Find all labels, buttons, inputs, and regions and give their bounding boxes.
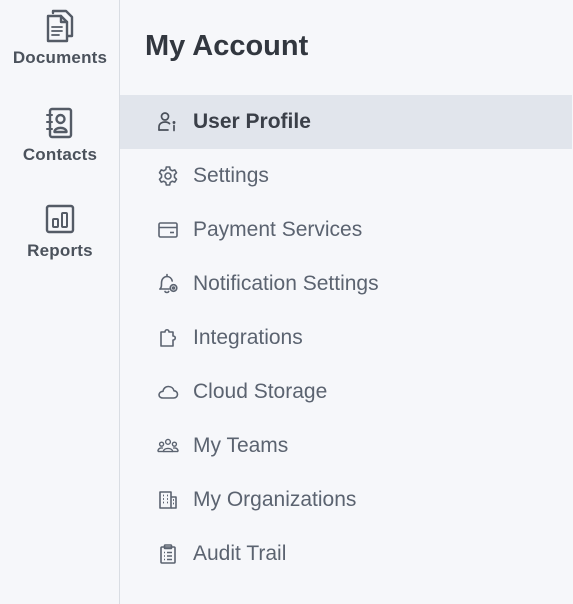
bell-gear-icon (157, 273, 179, 295)
clipboard-icon (157, 543, 179, 565)
user-profile-icon (157, 111, 179, 133)
menu-label-notification-settings: Notification Settings (193, 272, 379, 295)
account-menu: User Profile Settings Payment Services N… (120, 95, 572, 581)
menu-item-cloud-storage[interactable]: Cloud Storage (120, 365, 572, 419)
puzzle-icon (157, 327, 179, 349)
rail-item-documents[interactable]: Documents (0, 8, 120, 68)
page-title: My Account (145, 30, 309, 62)
building-icon (157, 489, 179, 511)
rail-label-contacts: Contacts (22, 145, 98, 164)
menu-label-my-organizations: My Organizations (193, 488, 357, 511)
rail-item-reports[interactable]: Reports (0, 201, 120, 261)
menu-item-payment-services[interactable]: Payment Services (120, 203, 572, 257)
menu-item-my-teams[interactable]: My Teams (120, 419, 572, 473)
rail-label-reports: Reports (27, 241, 93, 260)
menu-item-settings[interactable]: Settings (120, 149, 572, 203)
rail-item-contacts[interactable]: Contacts (0, 105, 120, 165)
rail-label-documents: Documents (12, 48, 108, 67)
menu-label-audit-trail: Audit Trail (193, 542, 287, 565)
cloud-icon (157, 381, 179, 403)
menu-label-my-teams: My Teams (193, 434, 289, 457)
menu-item-user-profile[interactable]: User Profile (120, 95, 572, 149)
menu-label-cloud-storage: Cloud Storage (193, 380, 328, 403)
account-panel: My Account User Profile Settings Payment… (120, 0, 573, 604)
menu-item-integrations[interactable]: Integrations (120, 311, 572, 365)
card-icon (157, 219, 179, 241)
menu-label-user-profile: User Profile (193, 110, 311, 133)
app-window: Documents Contacts Reports My Account Us… (0, 0, 573, 604)
reports-icon (44, 201, 76, 237)
contacts-icon (44, 105, 76, 141)
icon-rail: Documents Contacts Reports (0, 0, 120, 604)
menu-item-notification-settings[interactable]: Notification Settings (120, 257, 572, 311)
documents-icon (44, 8, 76, 44)
menu-label-integrations: Integrations (193, 326, 303, 349)
gear-icon (157, 165, 179, 187)
team-icon (157, 435, 179, 457)
menu-item-audit-trail[interactable]: Audit Trail (120, 527, 572, 581)
menu-item-my-organizations[interactable]: My Organizations (120, 473, 572, 527)
menu-label-payment-services: Payment Services (193, 218, 363, 241)
menu-label-settings: Settings (193, 164, 269, 187)
